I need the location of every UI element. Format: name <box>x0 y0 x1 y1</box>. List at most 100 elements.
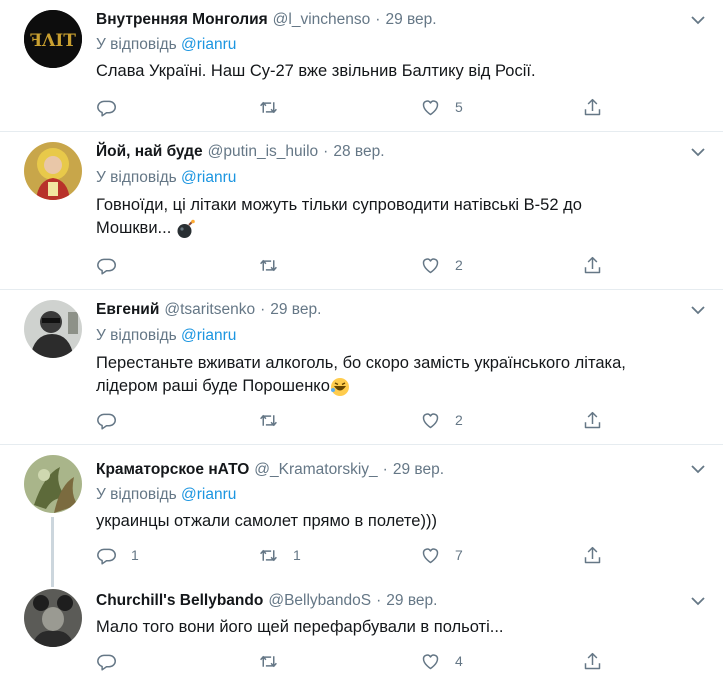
share-button[interactable] <box>582 408 603 432</box>
user-handle[interactable]: @BellybandoS <box>268 592 371 609</box>
svg-text:ꟻɅIT: ꟻɅIT <box>30 31 76 51</box>
reply-button[interactable]: 1 <box>96 543 139 567</box>
tweet-header: Евгений @tsaritsenko · 29 вер. <box>96 301 321 319</box>
reply-icon <box>97 548 116 565</box>
reply-button[interactable] <box>96 408 131 432</box>
heart-icon <box>422 412 439 428</box>
reply-prefix: У відповідь <box>96 486 177 503</box>
tweet-text: украинцы отжали самолет прямо в полете))… <box>96 512 437 530</box>
retweet-button[interactable] <box>258 649 293 673</box>
tweet-text-line: Мошкви... <box>96 217 696 240</box>
tweet-text: Говноїди, ці літаки можуть тільки супров… <box>96 194 696 240</box>
timestamp[interactable]: 28 вер. <box>333 143 384 160</box>
retweet-button[interactable]: 1 <box>258 543 301 567</box>
tweet-text-fragment: Мошкви... <box>96 219 172 237</box>
like-button[interactable]: 7 <box>420 543 463 567</box>
chevron-down-icon[interactable] <box>690 144 706 160</box>
tweet[interactable]: Евгений @tsaritsenko · 29 вер. У відповідь … <box>0 290 723 444</box>
share-button[interactable] <box>582 543 603 567</box>
retweet-icon <box>260 101 277 113</box>
user-handle[interactable]: @l_vinchenso <box>273 11 371 28</box>
reply-button[interactable] <box>96 253 131 277</box>
avatar[interactable] <box>24 455 82 513</box>
avatar[interactable] <box>24 142 82 200</box>
chevron-down-icon[interactable] <box>690 12 706 28</box>
timestamp[interactable]: 29 вер. <box>386 592 437 609</box>
timestamp[interactable]: 29 вер. <box>270 301 321 318</box>
thread-connector <box>51 517 54 587</box>
user-handle[interactable]: @tsaritsenko <box>164 301 255 318</box>
heart-icon <box>422 653 439 669</box>
reply-context: У відповідь @rianru <box>96 169 236 187</box>
user-handle[interactable]: @_Kramatorskiy_ <box>254 461 377 478</box>
retweet-count: 1 <box>293 547 301 563</box>
reply-count: 1 <box>131 547 139 563</box>
avatar[interactable]: ꟻɅIT <box>24 10 82 68</box>
tweet[interactable]: Краматорское нАТО @_Kramatorskiy_ · 29 вер.… <box>0 445 723 587</box>
reply-to-link[interactable]: @rianru <box>181 327 236 344</box>
user-handle[interactable]: @putin_is_huilo <box>208 143 319 160</box>
separator-dot: · <box>323 143 329 160</box>
chevron-down-icon[interactable] <box>690 593 706 609</box>
tweet[interactable]: ꟻɅIT Внутренняя Монголия @l_vinchenso · 29 … <box>0 0 723 131</box>
reply-button[interactable] <box>96 649 131 673</box>
share-icon <box>584 98 601 115</box>
like-button[interactable]: 5 <box>420 95 463 119</box>
reply-button[interactable] <box>96 95 131 119</box>
like-count: 2 <box>455 257 463 273</box>
reply-context: У відповідь @rianru <box>96 486 236 504</box>
tweet-text-line: Говноїди, ці літаки можуть тільки супров… <box>96 196 582 214</box>
retweet-icon <box>260 549 277 561</box>
like-button[interactable]: 2 <box>420 408 463 432</box>
heart-icon <box>422 99 439 115</box>
tweet-text-line: лідером раші буде Порошенко <box>96 375 696 398</box>
like-count: 7 <box>455 547 463 563</box>
like-button[interactable]: 2 <box>420 253 463 277</box>
display-name[interactable]: Внутренняя Монголия <box>96 11 268 28</box>
display-name[interactable]: Краматорское нАТО <box>96 461 249 478</box>
separator-dot: · <box>376 592 382 609</box>
share-button[interactable] <box>582 95 603 119</box>
retweet-icon <box>260 655 277 667</box>
retweet-button[interactable] <box>258 408 293 432</box>
reply-to-link[interactable]: @rianru <box>181 486 236 503</box>
separator-dot: · <box>260 301 266 318</box>
reply-icon <box>97 654 116 671</box>
retweet-button[interactable] <box>258 95 293 119</box>
separator-dot: · <box>382 461 388 478</box>
tweet-text-fragment: лідером раші буде Порошенко <box>96 377 330 395</box>
heart-icon <box>422 547 439 563</box>
tweet-header: Внутренняя Монголия @l_vinchenso · 29 вер. <box>96 11 437 29</box>
retweet-button[interactable] <box>258 253 293 277</box>
reply-prefix: У відповідь <box>96 36 177 53</box>
tweet-header: Йой, най буде @putin_is_huilo · 28 вер. <box>96 143 385 161</box>
reply-to-link[interactable]: @rianru <box>181 36 236 53</box>
display-name[interactable]: Churchill's Bellybando <box>96 592 263 609</box>
heart-icon <box>422 257 439 273</box>
display-name[interactable]: Йой, най буде <box>96 143 203 160</box>
reply-context: У відповідь @rianru <box>96 36 236 54</box>
like-count: 5 <box>455 99 463 115</box>
avatar[interactable] <box>24 300 82 358</box>
like-count: 4 <box>455 653 463 669</box>
timestamp[interactable]: 29 вер. <box>385 11 436 28</box>
tweet-text-line: Перестаньте вживати алкоголь, бо скоро з… <box>96 354 626 372</box>
share-button[interactable] <box>582 649 603 673</box>
share-button[interactable] <box>582 253 603 277</box>
tweet-text: Слава Україні. Наш Су-27 вже звільнив Ба… <box>96 62 536 80</box>
tweet-text: Мало того вони його щей перефарбували в … <box>96 618 504 636</box>
display-name[interactable]: Евгений <box>96 301 159 318</box>
timestamp[interactable]: 29 вер. <box>393 461 444 478</box>
reply-icon <box>97 100 116 117</box>
tweet[interactable]: Йой, най буде @putin_is_huilo · 28 вер. У в… <box>0 132 723 288</box>
reply-to-link[interactable]: @rianru <box>181 169 236 186</box>
reply-icon <box>97 258 116 275</box>
tweet[interactable]: Churchill's Bellybando @BellybandoS · 29 ве… <box>0 585 723 681</box>
tweet-text: Перестаньте вживати алкоголь, бо скоро з… <box>96 352 696 398</box>
chevron-down-icon[interactable] <box>690 302 706 318</box>
share-icon <box>584 546 601 563</box>
like-button[interactable]: 4 <box>420 649 463 673</box>
avatar[interactable] <box>24 589 82 647</box>
chevron-down-icon[interactable] <box>690 461 706 477</box>
share-icon <box>584 652 601 669</box>
